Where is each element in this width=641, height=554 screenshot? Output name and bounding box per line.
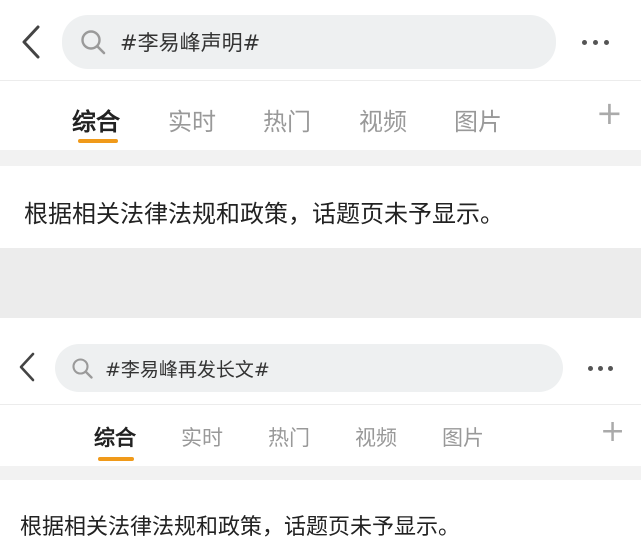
more-options-button[interactable] xyxy=(582,40,609,45)
more-dot xyxy=(608,366,613,371)
search-icon xyxy=(71,357,93,379)
back-button[interactable] xyxy=(18,24,44,60)
chevron-left-icon xyxy=(18,24,44,60)
more-dot xyxy=(598,366,603,371)
tab-general[interactable]: 综合 xyxy=(94,422,136,452)
back-button[interactable] xyxy=(16,351,38,383)
more-dot xyxy=(588,366,593,371)
more-options-button[interactable] xyxy=(588,366,613,371)
add-tab-button[interactable]: + xyxy=(600,414,625,449)
tab-realtime[interactable]: 实时 xyxy=(181,422,223,452)
tab-bar: 综合 实时 热门 视频 图片 + xyxy=(0,404,641,464)
tab-video[interactable]: 视频 xyxy=(355,422,397,452)
search-bar[interactable]: #李易峰声明# xyxy=(62,15,556,69)
search-query-text: #李易峰声明# xyxy=(120,31,261,55)
tab-general[interactable]: 综合 xyxy=(72,102,120,137)
active-tab-underline xyxy=(78,139,118,143)
tab-hot[interactable]: 热门 xyxy=(263,102,311,137)
tab-bar: 综合 实时 热门 视频 图片 + xyxy=(0,80,641,150)
screen-2: #李易峰再发长文# 综合 实时 热门 视频 图片 + 根据相关法律法规和政策，话… xyxy=(0,318,641,554)
tab-images[interactable]: 图片 xyxy=(454,102,502,137)
active-tab-underline xyxy=(98,457,134,461)
more-dot xyxy=(604,40,609,45)
search-icon xyxy=(80,29,106,55)
tab-images[interactable]: 图片 xyxy=(442,422,484,452)
screen-1: #李易峰声明# 综合 实时 热门 视频 图片 + 根据相关法律法规和政策，话题页… xyxy=(0,0,641,248)
section-separator xyxy=(0,466,641,480)
add-tab-button[interactable]: + xyxy=(596,94,623,132)
tab-realtime[interactable]: 实时 xyxy=(168,102,216,137)
chevron-left-icon xyxy=(16,351,38,383)
more-dot xyxy=(582,40,587,45)
search-query-text: #李易峰再发长文# xyxy=(105,358,270,381)
restriction-notice: 根据相关法律法规和政策，话题页未予显示。 xyxy=(24,200,504,228)
search-bar[interactable]: #李易峰再发长文# xyxy=(55,344,563,392)
restriction-notice: 根据相关法律法规和政策，话题页未予显示。 xyxy=(20,515,461,540)
section-separator xyxy=(0,150,641,166)
tab-hot[interactable]: 热门 xyxy=(268,422,310,452)
more-dot xyxy=(593,40,598,45)
tab-video[interactable]: 视频 xyxy=(359,102,407,137)
